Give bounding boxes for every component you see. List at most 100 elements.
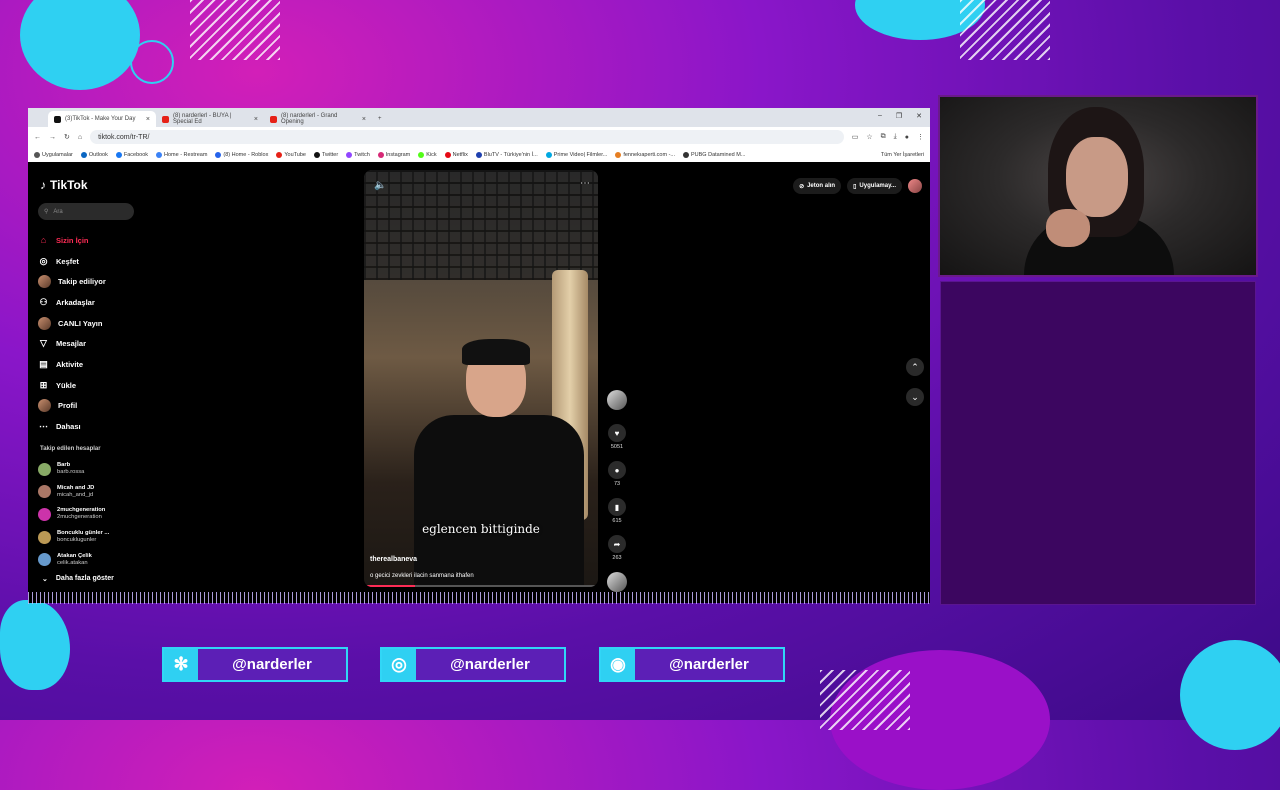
- forward-icon[interactable]: →: [49, 134, 56, 141]
- bookmark-item[interactable]: Facebook: [115, 151, 148, 158]
- bookmark-label: (8) Home - Roblox: [223, 151, 269, 158]
- bookmark-favicon-icon: [418, 151, 425, 158]
- download-icon[interactable]: ⤓: [894, 133, 897, 141]
- bookmark-item[interactable]: Home - Restream: [156, 151, 207, 158]
- bookmark-label: BluTV - Türkiye'nin İ...: [483, 151, 538, 158]
- profile-icon[interactable]: ●: [905, 134, 909, 141]
- bookmark-item[interactable]: Twitter: [313, 151, 338, 158]
- bookmark-favicon-icon: [475, 151, 482, 158]
- bookmark-item[interactable]: fennekıaperti.com -...: [615, 151, 675, 158]
- following-text: Boncuklu günler ... boncuklugunler: [57, 530, 109, 544]
- bookmark-item[interactable]: (8) Home - Roblox: [215, 151, 269, 158]
- bookmark-item[interactable]: Instagram: [377, 151, 410, 158]
- video-author[interactable]: therealbaneva: [370, 556, 417, 563]
- bookmark-item[interactable]: BluTV - Türkiye'nin İ...: [475, 151, 538, 158]
- sidebar-item-label: Profil: [58, 401, 78, 411]
- bookmark-label: Outlook: [88, 151, 108, 158]
- like-icon[interactable]: ♥: [608, 424, 626, 442]
- extensions-icon[interactable]: ⧉: [881, 133, 886, 141]
- close-tab-icon[interactable]: ×: [254, 116, 258, 123]
- video-description: o gecici zevkleri ilacin sanmana ithafen: [370, 573, 474, 579]
- sidebar-item-4[interactable]: CANLI Yayın: [38, 313, 106, 334]
- close-tab-icon[interactable]: ×: [146, 116, 150, 123]
- url-field[interactable]: tiktok.com/tr-TR/: [90, 130, 844, 144]
- following-item[interactable]: Barb barb.rossa: [38, 458, 109, 481]
- sidebar-item-6[interactable]: ▤ Aktivite: [38, 354, 106, 375]
- avatar: [38, 316, 51, 330]
- following-item[interactable]: Micah and JD micah_and_jd: [38, 481, 109, 504]
- user-avatar[interactable]: [908, 179, 922, 193]
- bookmark-item[interactable]: Twitch: [346, 151, 370, 158]
- comment-count: 73: [613, 481, 621, 487]
- following-item[interactable]: Boncuklu günler ... boncuklugunler: [38, 526, 109, 549]
- tiktok-logo[interactable]: ♪ TikTok: [40, 178, 88, 192]
- menu-icon[interactable]: ⋮: [917, 133, 924, 141]
- tab-label: (8) narderlerl - BUYA | Special Ed: [173, 113, 232, 125]
- sound-avatar[interactable]: [607, 572, 627, 592]
- bookmark-item[interactable]: Netflix: [444, 151, 468, 158]
- video-caption: eglencen bittiginde: [422, 522, 540, 536]
- bookmark-item[interactable]: YouTube: [276, 151, 306, 158]
- bookmark-icon[interactable]: ▮: [608, 498, 626, 516]
- decor-stripes: [190, 0, 280, 60]
- following-item[interactable]: 2muchgeneration 2muchgeneration: [38, 503, 109, 526]
- share-count: 263: [612, 555, 622, 561]
- sidebar-item-5[interactable]: ▽ Mesajlar: [38, 333, 106, 354]
- get-coins-button[interactable]: ⊘ Jeton alın: [793, 178, 842, 194]
- sidebar-item-7[interactable]: ⊞ Yükle: [38, 375, 106, 396]
- bookmark-item[interactable]: Prime Video| Filmler...: [545, 151, 607, 158]
- tiktok-page: ♪ TikTok ⚲ Ara ⌂ Sizin İçin ◎ Keşfet Takip e…: [28, 162, 930, 603]
- bookmark-label: Twitch: [354, 151, 370, 158]
- maximize-icon[interactable]: ❐: [896, 112, 902, 120]
- video-progress-bar[interactable]: [364, 585, 598, 587]
- webcam-feed: [938, 95, 1258, 277]
- previous-video-button[interactable]: ⌃: [906, 358, 924, 376]
- next-video-button[interactable]: ⌄: [906, 388, 924, 406]
- sidebar-item-3[interactable]: ⚇ Arkadaşlar: [38, 292, 106, 313]
- bookmark-star-icon[interactable]: ☆: [866, 133, 872, 141]
- bookmark-item[interactable]: Kick: [418, 151, 437, 158]
- tab-tiktok[interactable]: (3)TikTok - Make Your Day ×: [48, 111, 156, 127]
- following-title: Takip edilen hesaplar: [40, 446, 101, 452]
- share-icon[interactable]: ➦: [608, 535, 626, 553]
- minimize-icon[interactable]: –: [878, 112, 882, 120]
- creator-avatar[interactable]: [607, 390, 627, 410]
- sidebar-item-2[interactable]: Takip ediliyor: [38, 271, 106, 292]
- screen-cast-icon[interactable]: ▭: [852, 133, 859, 141]
- decor-blob: [0, 600, 70, 690]
- bookmark-favicon-icon: [276, 151, 283, 158]
- bookmark-item[interactable]: PUBG Datamined M...: [683, 151, 745, 158]
- back-icon[interactable]: ←: [34, 134, 41, 141]
- social-badge: ◎ @narderler: [380, 647, 566, 682]
- bookmark-favicon-icon: [545, 151, 552, 158]
- tab-label: (8) narderlerl - Grand Opening: [281, 113, 338, 125]
- comment-icon[interactable]: ●: [608, 461, 626, 479]
- tab-youtube-2[interactable]: (8) narderlerl - Grand Opening ×: [264, 111, 372, 127]
- close-window-icon[interactable]: ✕: [916, 112, 922, 120]
- volume-icon[interactable]: 🔈: [374, 180, 386, 191]
- sidebar-item-1[interactable]: ◎ Keşfet: [38, 251, 106, 272]
- video-player[interactable]: 🔈 ⋯ eglencen bittiginde therealbaneva o …: [364, 170, 598, 587]
- video-ceiling-grid: [364, 170, 598, 280]
- avatar: [38, 462, 51, 476]
- bookmark-favicon-icon: [115, 151, 122, 158]
- chevron-down-icon: ⌄: [42, 576, 48, 583]
- home-icon[interactable]: ⌂: [78, 134, 82, 141]
- search-input[interactable]: ⚲ Ara: [38, 203, 134, 220]
- sidebar-item-0[interactable]: ⌂ Sizin İçin: [38, 230, 106, 251]
- get-app-button[interactable]: ▯ Uygulamay...: [847, 178, 902, 194]
- show-more-button[interactable]: ⌄ Daha fazla göster: [42, 575, 114, 583]
- sidebar-item-8[interactable]: Profil: [38, 396, 106, 417]
- all-bookmarks-button[interactable]: Tüm Yer İşaretleri: [881, 152, 924, 158]
- following-item[interactable]: Atakan Çelik celik.atakan: [38, 548, 109, 571]
- reload-icon[interactable]: ↻: [64, 133, 70, 141]
- bookmark-item[interactable]: Uygulamalar: [34, 151, 73, 158]
- sidebar-item-9[interactable]: ⋯ Dahası: [38, 416, 106, 437]
- tab-youtube-1[interactable]: (8) narderlerl - BUYA | Special Ed ×: [156, 111, 264, 127]
- bookmark-item[interactable]: Outlook: [80, 151, 108, 158]
- close-tab-icon[interactable]: ×: [362, 116, 366, 123]
- new-tab-button[interactable]: +: [372, 111, 392, 127]
- avatar: [38, 485, 51, 499]
- more-options-icon[interactable]: ⋯: [580, 178, 590, 189]
- like-count: 5051: [610, 444, 624, 450]
